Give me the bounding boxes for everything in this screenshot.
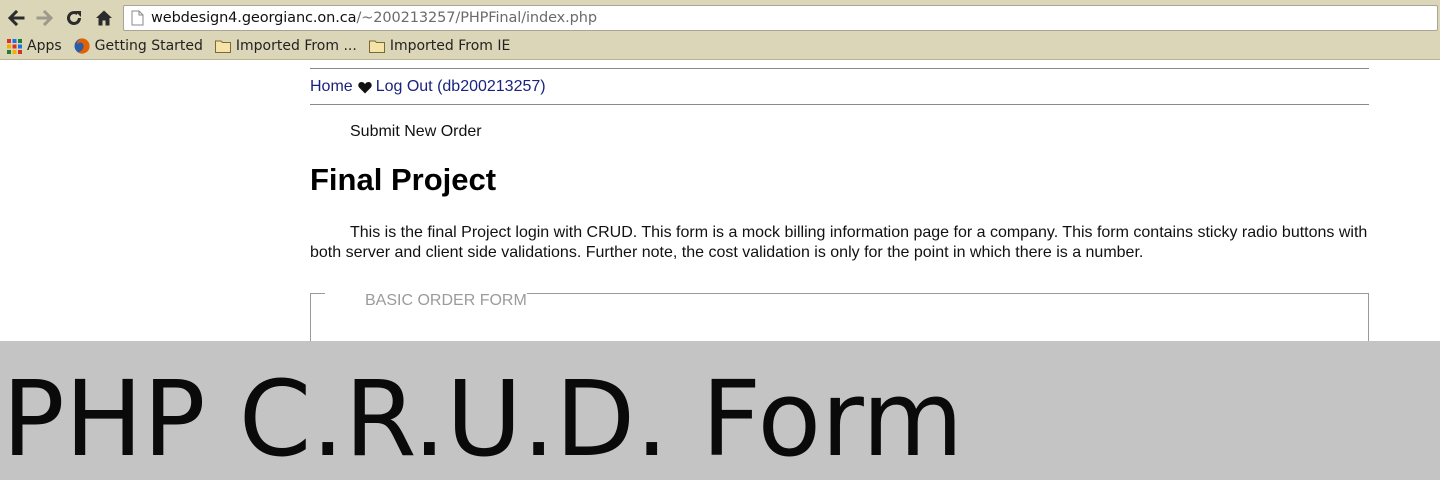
title-banner: PHP C.R.U.D. Form xyxy=(0,341,1440,480)
logout-link[interactable]: Log Out (db200213257) xyxy=(376,78,546,96)
back-arrow-icon xyxy=(7,9,25,27)
url-path: /~200213257/PHPFinal/index.php xyxy=(356,10,597,26)
bookmarks-bar: Apps Getting Started Imported From ... I… xyxy=(0,34,1440,58)
nav-divider-bottom xyxy=(310,104,1369,105)
bookmark-label: Apps xyxy=(27,38,62,54)
apps-grid-icon xyxy=(7,38,22,54)
address-bar[interactable]: webdesign4.georgianc.on.ca/~200213257/PH… xyxy=(123,5,1438,31)
firefox-icon xyxy=(74,38,90,54)
page-title: Final Project xyxy=(310,162,497,197)
bookmark-getting-started[interactable]: Getting Started xyxy=(74,38,203,54)
forward-arrow-icon xyxy=(36,9,54,27)
forward-button[interactable] xyxy=(33,6,57,30)
bookmark-apps[interactable]: Apps xyxy=(7,38,62,54)
home-button[interactable] xyxy=(92,6,116,30)
home-link[interactable]: Home xyxy=(310,78,353,96)
url-text: webdesign4.georgianc.on.ca/~200213257/PH… xyxy=(151,10,597,26)
banner-title: PHP C.R.U.D. Form xyxy=(2,358,964,480)
reload-button[interactable] xyxy=(62,6,86,30)
page-icon xyxy=(131,10,144,26)
nav-divider-top xyxy=(310,68,1369,69)
bookmark-folder-imported-ie[interactable]: Imported From IE xyxy=(368,38,511,54)
heart-icon xyxy=(357,81,372,93)
bookmark-label: Imported From ... xyxy=(235,38,357,54)
back-button[interactable] xyxy=(4,6,28,30)
fieldset-border xyxy=(527,293,1368,294)
form-legend: BASIC ORDER FORM xyxy=(365,292,527,309)
reload-icon xyxy=(67,11,82,25)
browser-toolbar: webdesign4.georgianc.on.ca/~200213257/PH… xyxy=(0,4,1440,32)
bookmark-label: Getting Started xyxy=(94,38,203,54)
folder-icon xyxy=(214,40,231,53)
bookmark-folder-imported[interactable]: Imported From ... xyxy=(214,38,357,54)
folder-icon xyxy=(368,40,385,53)
fieldset-border xyxy=(311,293,325,294)
bookmark-label: Imported From IE xyxy=(389,38,511,54)
url-host: webdesign4.georgianc.on.ca xyxy=(151,10,357,26)
submit-new-order-link[interactable]: Submit New Order xyxy=(350,123,482,141)
home-icon xyxy=(96,10,112,26)
intro-paragraph: This is the final Project login with CRU… xyxy=(310,224,1368,261)
browser-chrome: webdesign4.georgianc.on.ca/~200213257/PH… xyxy=(0,0,1440,60)
top-nav: Home Log Out (db200213257) xyxy=(310,78,546,96)
